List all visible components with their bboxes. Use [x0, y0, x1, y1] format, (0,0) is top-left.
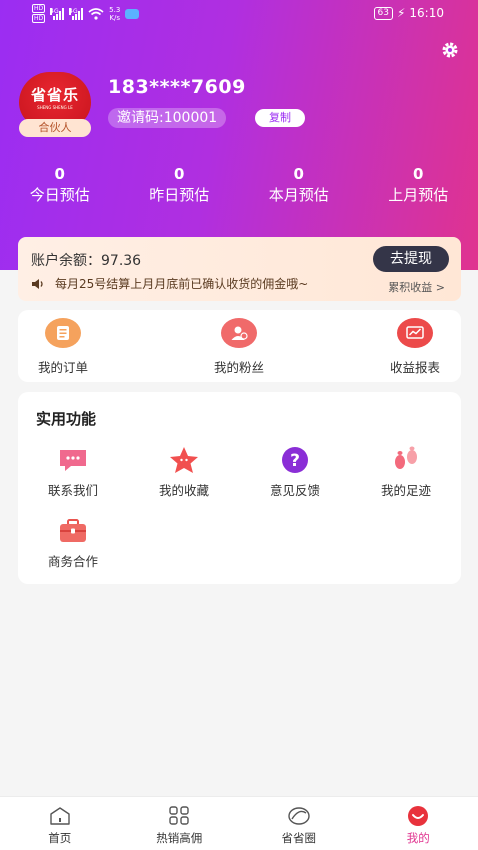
orders-card: 我的订单 我的粉丝 收益报表: [18, 310, 461, 382]
briefcase-icon: [56, 516, 90, 546]
svg-text:?: ?: [290, 451, 300, 471]
invite-code: 邀请码:100001: [108, 108, 227, 128]
question-icon: ?: [278, 445, 312, 475]
tools-card: 实用功能 联系我们 我的收藏 ? 意见反馈 我的足迹 商务合作: [18, 392, 461, 584]
hd-badge: HD: [32, 14, 46, 23]
cumulative-earnings-link[interactable]: 累积收益 >: [388, 279, 445, 295]
earnings-stats: 0 今日预估 0 昨日预估 0 本月预估 0 上月预估: [0, 165, 478, 207]
earnings-report-button[interactable]: 收益报表: [370, 318, 460, 376]
order-item-label: 收益报表: [389, 360, 440, 375]
battery-icon: 63: [373, 6, 393, 20]
order-item-label: 我的粉丝: [213, 360, 264, 375]
stat-today[interactable]: 0 今日预估: [0, 165, 120, 207]
stat-label: 上月预估: [388, 186, 449, 204]
partner-badge: 合伙人: [19, 119, 91, 137]
stat-label: 本月预估: [268, 186, 329, 204]
my-orders-button[interactable]: 我的订单: [18, 318, 108, 376]
settlement-notice: 每月25号结算上月月底前已确认收货的佣金哦~: [31, 275, 308, 292]
stat-value: 0: [293, 165, 304, 183]
withdraw-button[interactable]: 去提现: [373, 246, 449, 272]
business-cooperation-button[interactable]: 商务合作: [28, 516, 118, 570]
cloud-icon: [125, 8, 140, 19]
profile-icon: [406, 805, 430, 827]
report-icon: [397, 318, 433, 348]
status-left: HD HD 4G 4G 5.3 K/s: [32, 4, 140, 23]
avatar-logo-subtext: SHENG SHENG LE: [37, 105, 73, 110]
hd-badges: HD HD: [32, 4, 46, 23]
balance-card: 账户余额：97.36 去提现 每月25号结算上月月底前已确认收货的佣金哦~ 累积…: [18, 237, 461, 301]
tool-label: 意见反馈: [269, 483, 320, 498]
tab-home[interactable]: 首页: [0, 797, 120, 850]
tab-label: 热销高佣: [156, 831, 203, 845]
tab-label: 我的: [406, 831, 430, 845]
tab-circle[interactable]: 省省圈: [239, 797, 359, 850]
stat-yesterday[interactable]: 0 昨日预估: [120, 165, 240, 207]
settings-gear-icon[interactable]: [440, 40, 460, 60]
status-right: 63 ⚡ 16:10: [373, 6, 444, 20]
circle-leaf-icon: [287, 805, 311, 827]
profile-header: HD HD 4G 4G 5.3 K/s 63 ⚡ 16:10 省省乐 SHENG…: [0, 0, 478, 270]
phone-number: 183****7609: [108, 76, 246, 98]
my-favorites-button[interactable]: 我的收藏: [139, 445, 229, 499]
copy-invite-button[interactable]: 复制: [255, 109, 305, 127]
signal-icon: 4G: [69, 7, 84, 20]
tool-label: 联系我们: [47, 483, 98, 498]
tool-label: 商务合作: [47, 554, 98, 569]
tool-label: 我的足迹: [380, 483, 431, 498]
stat-value: 0: [413, 165, 424, 183]
tab-hot-sales[interactable]: 热销高佣: [120, 797, 240, 850]
feedback-button[interactable]: ? 意见反馈: [250, 445, 340, 499]
my-fans-button[interactable]: 我的粉丝: [194, 318, 284, 376]
tab-label: 首页: [48, 831, 72, 845]
stat-last-month[interactable]: 0 上月预估: [359, 165, 478, 207]
speaker-icon: [32, 278, 43, 289]
network-speed: 5.3 K/s: [109, 5, 121, 22]
clock: 16:10: [409, 6, 444, 20]
order-item-label: 我的订单: [37, 360, 88, 375]
hd-badge: HD: [32, 4, 46, 13]
order-list-icon: [45, 318, 81, 348]
status-bar: HD HD 4G 4G 5.3 K/s 63 ⚡ 16:10: [0, 0, 478, 28]
my-footprints-button[interactable]: 我的足迹: [361, 445, 451, 499]
notice-text: 每月25号结算上月月底前已确认收货的佣金哦~: [55, 277, 309, 291]
stat-value: 0: [174, 165, 185, 183]
account-balance: 账户余额：97.36: [31, 253, 142, 269]
fans-icon: [221, 318, 257, 348]
contact-us-button[interactable]: 联系我们: [28, 445, 118, 499]
footprint-icon: [389, 445, 423, 475]
tab-label: 省省圈: [281, 831, 317, 845]
wifi-icon: [88, 7, 104, 20]
grid-icon: [167, 805, 191, 827]
tab-mine[interactable]: 我的: [359, 797, 478, 850]
stat-label: 昨日预估: [149, 186, 210, 204]
signal-icon: 4G: [50, 7, 65, 20]
section-title: 实用功能: [36, 410, 97, 428]
charging-icon: ⚡: [396, 6, 406, 20]
stat-value: 0: [54, 165, 65, 183]
tool-label: 我的收藏: [158, 483, 209, 498]
bottom-tab-bar: 首页 热销高佣 省省圈 我的: [0, 796, 478, 850]
home-icon: [48, 805, 72, 827]
star-icon: [167, 445, 201, 475]
stat-this-month[interactable]: 0 本月预估: [239, 165, 359, 207]
chat-icon: [56, 445, 90, 475]
stat-label: 今日预估: [29, 186, 90, 204]
avatar-logo-text: 省省乐: [30, 86, 79, 104]
